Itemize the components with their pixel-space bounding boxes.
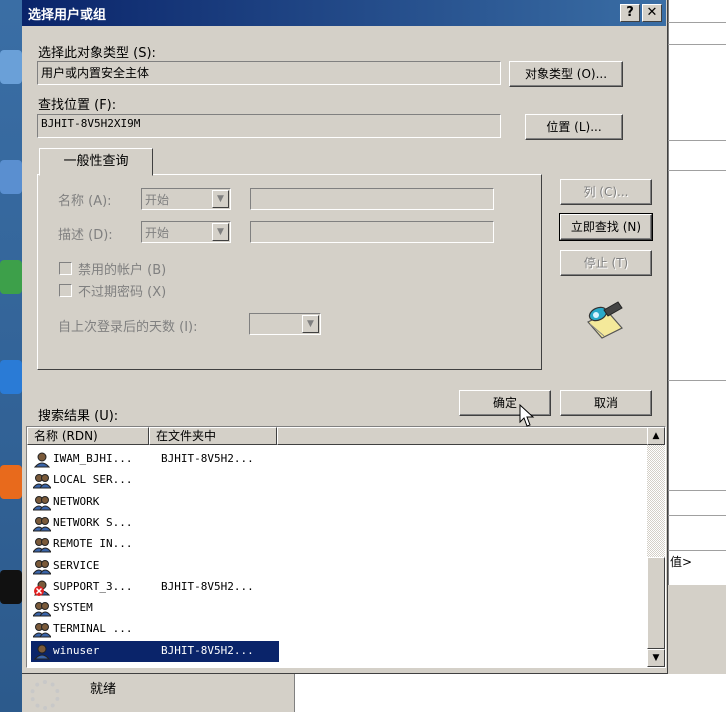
row-name: SYSTEM <box>53 601 93 615</box>
group-icon <box>33 602 51 617</box>
search-results-label: 搜索结果 (U): <box>38 409 119 424</box>
disabled-accounts-label: 禁用的帐户 (B) <box>78 263 167 278</box>
group-icon <box>33 495 51 511</box>
name-mode-value: 开始 <box>145 193 170 207</box>
select-users-dialog: 选择用户或组 ? ✕ 选择此对象类型 (S): 用户或内置安全主体 对象类型 (… <box>22 0 668 674</box>
group-icon <box>33 559 51 574</box>
table-row[interactable]: winuser BJHIT-8V5H2... <box>31 640 279 662</box>
row-folder: BJHIT-8V5H2... <box>161 643 254 657</box>
description-label: 描述 (D): <box>58 228 113 243</box>
background-divider <box>668 550 726 551</box>
column-header-filler <box>277 427 649 445</box>
row-folder: BJHIT-8V5H2... <box>161 579 254 593</box>
group-icon <box>33 474 51 489</box>
background-divider <box>668 44 726 45</box>
background-value-text: 值> <box>670 555 693 569</box>
ok-button[interactable]: 确定 <box>459 390 551 416</box>
background-divider <box>668 22 726 23</box>
list-header: 名称 (RDN) 在文件夹中 <box>27 427 649 445</box>
cancel-button[interactable]: 取消 <box>560 390 652 416</box>
find-now-button[interactable]: 立即查找 (N) <box>559 213 653 241</box>
row-name: winuser <box>53 643 100 657</box>
scroll-up-button[interactable]: ▲ <box>647 427 665 445</box>
name-label: 名称 (A): <box>58 194 112 209</box>
location-label: 查找位置 (F): <box>38 98 117 113</box>
row-name: NETWORK S... <box>53 515 133 529</box>
busy-spinner-icon <box>30 680 60 710</box>
non-expiring-password-label: 不过期密码 (X) <box>78 285 167 300</box>
row-name: REMOTE IN... <box>53 537 133 551</box>
background-divider <box>668 380 726 381</box>
object-type-field: 用户或内置安全主体 <box>37 61 501 85</box>
background-window <box>668 0 726 585</box>
column-header-folder[interactable]: 在文件夹中 <box>149 427 277 445</box>
disabled-accounts-checkbox[interactable] <box>59 262 72 275</box>
desktop-app-icon[interactable] <box>0 160 22 194</box>
chevron-down-icon: ▼ <box>302 315 319 333</box>
description-input[interactable] <box>250 221 494 243</box>
search-results-list[interactable]: 名称 (RDN) 在文件夹中 IWAM_BJHI... BJHIT-8V5H2..… <box>26 426 666 668</box>
name-input[interactable] <box>250 188 494 210</box>
locations-button[interactable]: 位置 (L)... <box>525 114 623 140</box>
row-folder: BJHIT-8V5H2... <box>161 452 254 465</box>
columns-button[interactable]: 列 (C)... <box>560 179 652 205</box>
user-icon <box>33 452 51 468</box>
days-since-logon-select[interactable]: ▼ <box>249 313 321 335</box>
disabled-user-icon <box>33 580 51 596</box>
mouse-cursor-icon <box>519 404 535 427</box>
desktop-app-icon[interactable] <box>0 465 22 499</box>
non-expiring-password-checkbox[interactable] <box>59 284 72 297</box>
group-icon <box>33 623 51 638</box>
background-divider <box>668 140 726 141</box>
days-since-logon-label: 自上次登录后的天数 (I): <box>58 320 198 335</box>
desktop-app-icon[interactable] <box>0 360 22 394</box>
row-name: IWAM_BJHI... <box>53 452 133 465</box>
description-mode-value: 开始 <box>145 226 170 240</box>
group-icon <box>33 516 51 532</box>
chevron-down-icon: ▼ <box>212 190 229 208</box>
object-type-label: 选择此对象类型 (S): <box>38 46 156 61</box>
vertical-scrollbar[interactable]: ▲ ▼ <box>647 427 665 667</box>
desktop-app-icon[interactable] <box>0 50 22 84</box>
group-icon <box>33 538 51 553</box>
name-mode-select[interactable]: 开始 ▼ <box>141 188 231 210</box>
object-types-button[interactable]: 对象类型 (O)... <box>509 61 623 87</box>
column-header-name[interactable]: 名称 (RDN) <box>27 427 149 445</box>
tab-common-queries[interactable]: 一般性查询 <box>39 148 153 176</box>
title-bar[interactable]: 选择用户或组 ? ✕ <box>22 0 666 26</box>
help-button[interactable]: ? <box>620 4 640 22</box>
status-text: 就绪 <box>90 682 117 697</box>
chevron-down-icon: ▼ <box>212 223 229 241</box>
stop-button[interactable]: 停止 (T) <box>560 250 652 276</box>
description-mode-select[interactable]: 开始 ▼ <box>141 221 231 243</box>
background-pane <box>294 674 726 712</box>
row-name: NETWORK <box>53 494 100 508</box>
row-name: SUPPORT_3... <box>53 579 133 593</box>
row-name: TERMINAL ... <box>53 622 133 636</box>
background-status-panel <box>22 674 294 712</box>
background-divider <box>668 490 726 491</box>
search-flashlight-icon <box>587 301 623 339</box>
background-divider <box>668 170 726 171</box>
user-icon <box>33 644 51 660</box>
row-name: SERVICE <box>53 558 100 572</box>
scroll-thumb[interactable] <box>647 557 665 649</box>
location-field: BJHIT-8V5H2XI9M <box>37 114 501 138</box>
desktop-strip <box>0 0 22 712</box>
close-button[interactable]: ✕ <box>642 4 662 22</box>
row-name: LOCAL SER... <box>53 473 133 487</box>
background-divider <box>668 515 726 516</box>
scroll-down-button[interactable]: ▼ <box>647 649 665 667</box>
desktop-app-icon[interactable] <box>0 570 22 604</box>
dialog-title: 选择用户或组 <box>28 8 107 23</box>
desktop-app-icon[interactable] <box>0 260 22 294</box>
